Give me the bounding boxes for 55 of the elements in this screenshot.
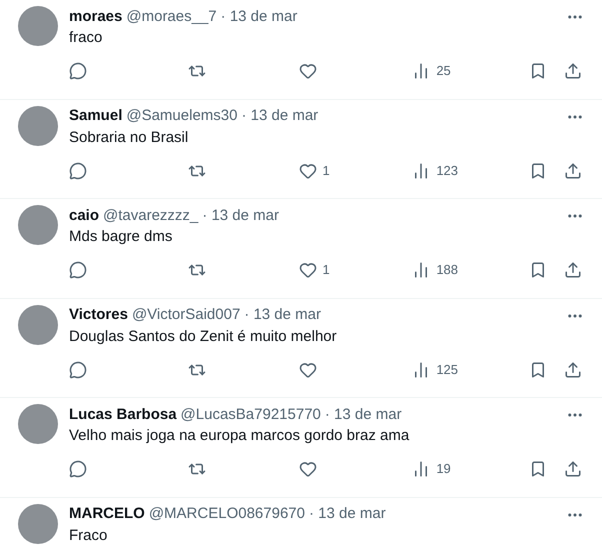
user-name[interactable]: Lucas Barbosa [69, 404, 177, 426]
reply-text: Fraco [69, 526, 108, 546]
user-handle[interactable]: @moraes__7 [126, 6, 217, 28]
user-name[interactable]: MARCELO [69, 503, 145, 526]
views-button[interactable]: 188 [412, 260, 458, 280]
user-handle[interactable]: @VictorSaid007 [132, 304, 240, 327]
like-button[interactable] [298, 360, 317, 378]
reply-text: Mds bagre dms [69, 227, 174, 247]
avatar-placeholder[interactable] [18, 6, 58, 46]
views-button[interactable]: 123 [412, 160, 458, 180]
user-name[interactable]: Victores [69, 304, 128, 327]
speech-bubble-icon [69, 162, 87, 180]
reply-button[interactable] [69, 62, 87, 80]
user-handle[interactable]: @MARCELO08679670 [148, 503, 305, 526]
user-name[interactable]: Samuel [69, 105, 122, 128]
speech-bubble-icon [69, 360, 87, 378]
views-button[interactable]: 25 [412, 61, 451, 81]
speech-bubble-icon [69, 261, 87, 279]
reply-button[interactable] [69, 460, 87, 478]
post-date[interactable]: · 13 de mar [244, 304, 321, 327]
share-button[interactable] [564, 162, 582, 180]
user-handle[interactable]: @tavarezzzz_ [103, 204, 198, 228]
share-button[interactable] [564, 360, 582, 378]
reply-text: Sobraria no Brasil [69, 128, 190, 148]
user-name[interactable]: caio [69, 204, 100, 228]
speech-bubble-icon [69, 460, 87, 478]
share-button[interactable] [564, 460, 582, 478]
like-button[interactable]: 1 [298, 160, 330, 180]
share-button[interactable] [564, 261, 582, 279]
user-handle[interactable]: @Samuelems30 [126, 105, 238, 128]
reply-button[interactable] [69, 360, 87, 378]
views-button[interactable]: 19 [412, 459, 451, 479]
like-button[interactable] [298, 460, 317, 478]
reply-text: Velho mais joga na europa marcos gordo braz ama [69, 426, 410, 446]
speech-bubble-icon [69, 62, 87, 80]
avatar-placeholder[interactable] [18, 404, 58, 444]
post-date[interactable]: · 13 de mar [241, 105, 318, 128]
reply-text: fraco [69, 28, 104, 48]
avatar-placeholder[interactable] [18, 205, 58, 245]
post-date[interactable]: · 13 de mar [220, 6, 298, 28]
reply-button[interactable] [69, 261, 87, 279]
views-button[interactable]: 125 [412, 360, 458, 380]
share-button[interactable] [564, 62, 582, 80]
user-handle[interactable]: @LucasBa79215770 [180, 404, 321, 426]
reply-text: Douglas Santos do Zenit é muito melhor [69, 326, 338, 346]
post-date[interactable]: · 13 de mar [324, 404, 402, 426]
like-button[interactable]: 1 [298, 260, 330, 280]
reply-button[interactable] [69, 162, 87, 180]
post-date[interactable]: · 13 de mar [308, 503, 386, 526]
post-date[interactable]: · 13 de mar [202, 204, 279, 228]
avatar-placeholder[interactable] [18, 504, 58, 544]
like-button[interactable] [298, 62, 317, 80]
avatar-placeholder[interactable] [18, 106, 58, 146]
user-name[interactable]: moraes [69, 6, 122, 28]
avatar-placeholder[interactable] [18, 304, 58, 344]
